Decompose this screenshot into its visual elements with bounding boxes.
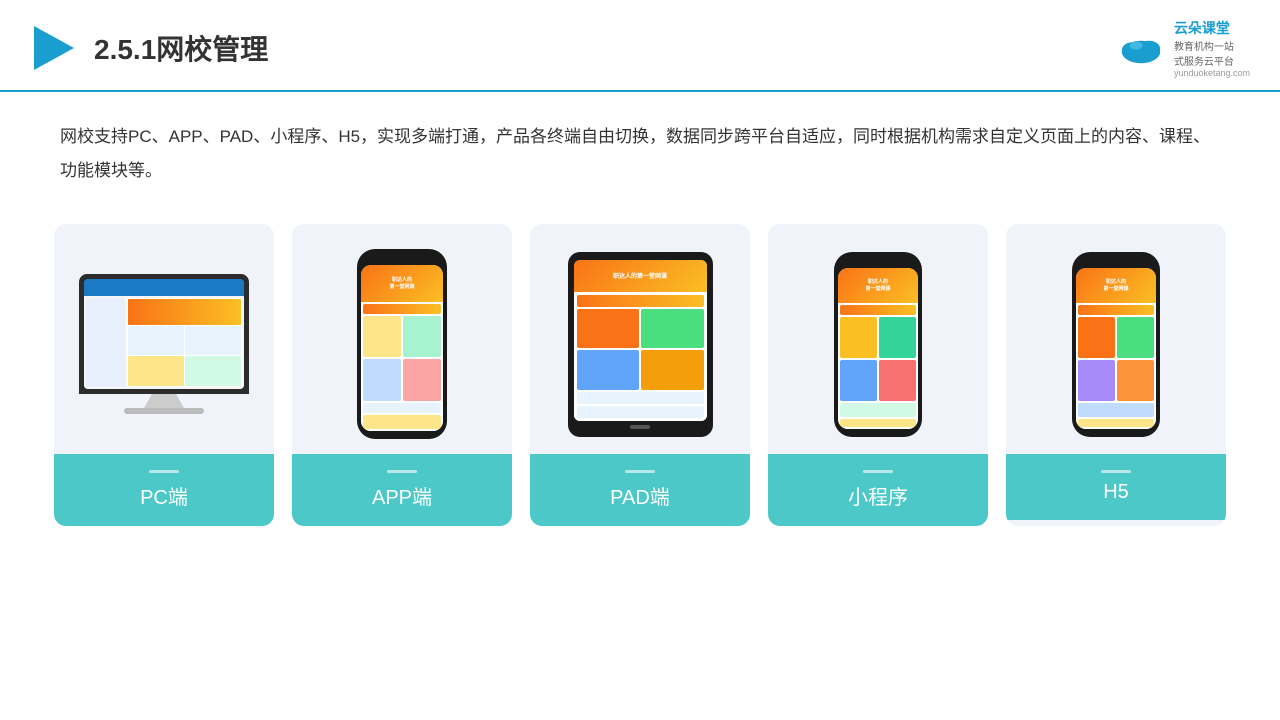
pc-monitor	[79, 274, 249, 394]
header-left: 2.5.1网校管理	[30, 24, 268, 72]
card-pad: 职达人的第一堂网课	[530, 224, 750, 526]
pc-screen	[84, 279, 244, 389]
card-pad-image: 职达人的第一堂网课	[530, 224, 750, 454]
cloud-logo-icon	[1116, 28, 1166, 68]
card-miniapp-image: 职达人的第一堂网课	[768, 224, 988, 454]
h5-device: 职达人的第一堂网课	[1072, 252, 1160, 437]
card-pc-image	[54, 224, 274, 454]
card-app-label: APP端	[292, 454, 512, 526]
page-title: 2.5.1网校管理	[94, 28, 268, 68]
card-miniapp-label: 小程序	[768, 454, 988, 526]
card-app: 职达人的第一堂网课 APP端	[292, 224, 512, 526]
card-pad-label: PAD端	[530, 454, 750, 526]
card-app-image: 职达人的第一堂网课	[292, 224, 512, 454]
logo-area: 云朵课堂 教育机构一站 式服务云平台 yunduoketang.com	[1116, 18, 1250, 78]
card-pc-label: PC端	[54, 454, 274, 526]
pad-device: 职达人的第一堂网课	[568, 252, 713, 437]
logo-text-block: 云朵课堂 教育机构一站 式服务云平台 yunduoketang.com	[1174, 18, 1250, 78]
card-h5: 职达人的第一堂网课 H5	[1006, 224, 1226, 526]
miniapp-device: 职达人的第一堂网课	[834, 252, 922, 437]
card-h5-label: H5	[1006, 454, 1226, 520]
cards-container: PC端 职达人的第一堂网课	[40, 224, 1240, 526]
card-miniapp: 职达人的第一堂网课 小程序	[768, 224, 988, 526]
card-pc: PC端	[54, 224, 274, 526]
card-h5-image: 职达人的第一堂网课	[1006, 224, 1226, 454]
play-icon	[30, 24, 78, 72]
header: 2.5.1网校管理 云朵课堂 教育机构一站 式服务云平台 yunduoketan…	[0, 0, 1280, 92]
description-text: 网校支持PC、APP、PAD、小程序、H5，实现多端打通，产品各终端自由切换，数…	[60, 120, 1220, 188]
app-device: 职达人的第一堂网课	[357, 249, 447, 439]
pc-device	[79, 274, 249, 414]
